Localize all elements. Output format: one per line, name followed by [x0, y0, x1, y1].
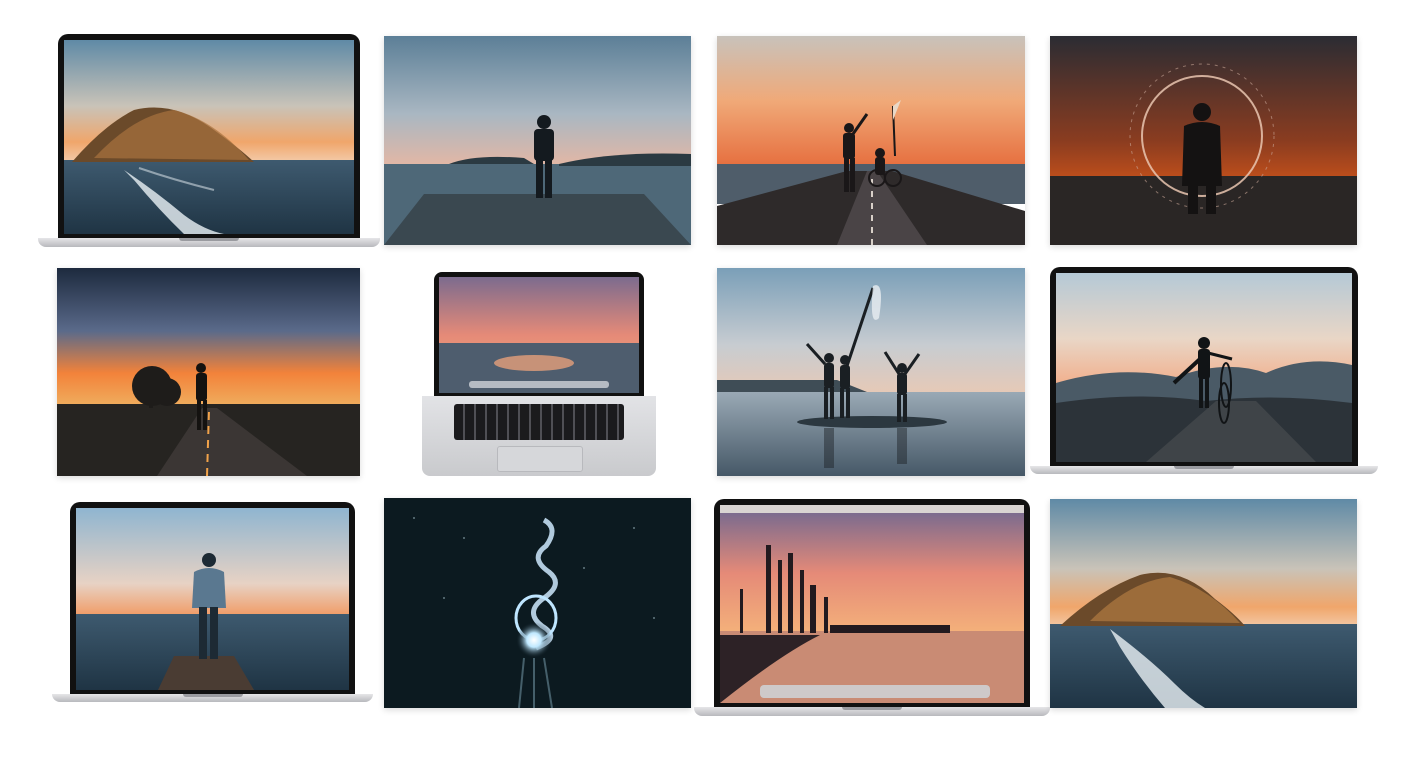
gallery-tile-4[interactable] [1050, 36, 1357, 245]
gallery-tile-1[interactable] [38, 34, 380, 248]
laptop-lid [434, 272, 644, 396]
gallery-tile-11[interactable] [694, 499, 1050, 717]
laptop-screen [64, 40, 354, 234]
gallery-tile-7[interactable] [717, 268, 1025, 476]
person-with-bike-image [717, 36, 1025, 245]
people-celebrating-image [717, 268, 1025, 476]
laptop-lid [58, 34, 360, 238]
laptop-base [694, 707, 1050, 716]
light-painting-image [384, 498, 691, 708]
person-on-pier-image [384, 36, 691, 245]
island-wave-image [1050, 499, 1357, 708]
laptop-screen [76, 508, 349, 690]
person-with-halo-image [1050, 36, 1357, 245]
island-wave-image [64, 40, 354, 234]
laptop-base [52, 694, 373, 702]
person-on-hill-image [1056, 273, 1352, 462]
gallery-tile-5[interactable] [57, 268, 360, 476]
gallery-tile-8[interactable] [1030, 267, 1378, 475]
gallery-tile-12[interactable] [1050, 499, 1357, 708]
laptop-screen [439, 277, 639, 393]
laptop-lid [714, 499, 1030, 707]
laptop-lid [1050, 267, 1358, 466]
gallery-tile-9[interactable] [52, 502, 373, 702]
laptop-screen [1056, 273, 1352, 462]
laptop-keyboard-deck [422, 396, 656, 476]
laptop-screen [720, 505, 1024, 703]
person-on-road-image [57, 268, 360, 476]
gallery-tile-6[interactable] [422, 272, 656, 476]
gallery-tile-3[interactable] [717, 36, 1025, 245]
laptop-lid [70, 502, 355, 694]
gallery-tile-10[interactable] [384, 498, 691, 708]
laptop-base [38, 238, 380, 247]
keyboard [454, 404, 624, 440]
city-sunset-image [720, 505, 1024, 703]
person-on-dock-image [76, 508, 349, 690]
trackpad [497, 446, 583, 472]
gallery-tile-2[interactable] [384, 36, 691, 245]
laptop-base [1030, 466, 1378, 474]
lake-reflection-image [439, 277, 639, 393]
